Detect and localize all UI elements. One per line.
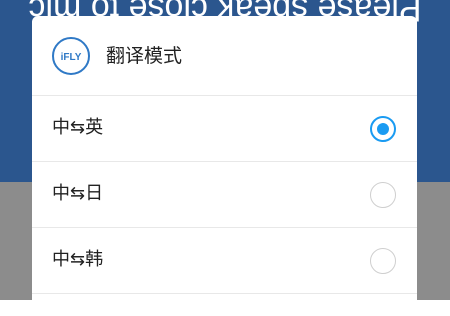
- option-zh-ko[interactable]: 中⇆韩: [32, 228, 417, 294]
- option-label: 中⇆日: [52, 183, 104, 204]
- option-label: 中⇆英: [52, 117, 104, 138]
- option-zh-ja[interactable]: 中⇆日: [32, 162, 417, 228]
- option-label: 中⇆韩: [52, 249, 104, 270]
- radio-unselected-icon[interactable]: [370, 182, 396, 208]
- option-zh-en[interactable]: 中⇆英: [32, 96, 417, 162]
- ifly-logo-text: iFLY: [61, 52, 82, 63]
- dialog-title: 翻译模式: [106, 45, 183, 67]
- radio-selected-icon[interactable]: [370, 116, 396, 142]
- dialog-header: iFLY 翻译模式: [32, 16, 417, 96]
- radio-dot: [377, 123, 389, 135]
- radio-unselected-icon[interactable]: [370, 248, 396, 274]
- translation-mode-dialog: iFLY 翻译模式 中⇆英 中⇆日 中⇆韩: [32, 16, 417, 316]
- ifly-logo-mark: iFLY: [61, 52, 82, 63]
- ifly-logo: iFLY: [52, 37, 90, 75]
